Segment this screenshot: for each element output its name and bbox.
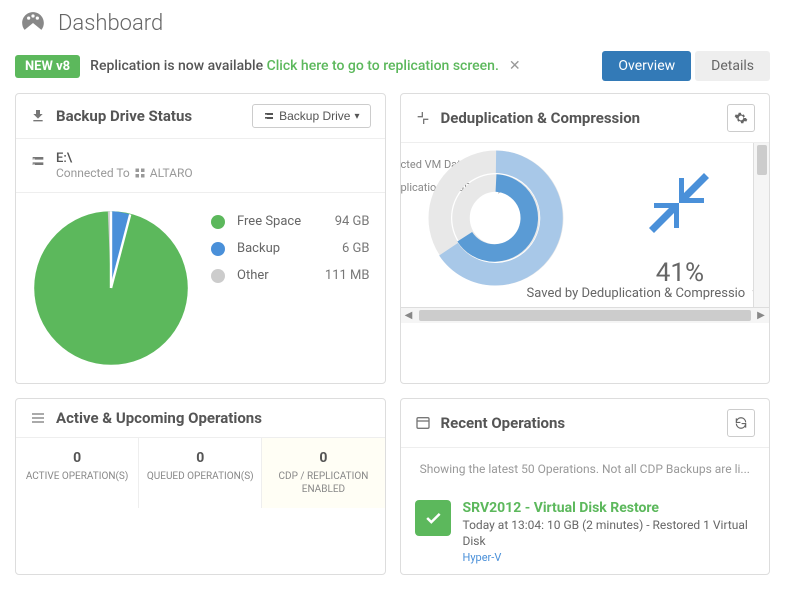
active-ops-panel: Active & Upcoming Operations 0 ACTIVE OP… (15, 398, 386, 575)
page-header: Dashboard (0, 0, 785, 51)
legend-backup: Backup 6 GB (211, 235, 370, 262)
scroll-left-icon[interactable]: ◀ (401, 308, 417, 323)
settings-button[interactable] (727, 104, 755, 132)
donut-chart (411, 143, 581, 293)
drive-icon (263, 110, 275, 122)
operation-platform: Hyper-V (463, 551, 756, 564)
backup-drive-dropdown[interactable]: Backup Drive ▾ (252, 104, 370, 128)
legend-other: Other 111 MB (211, 262, 370, 289)
vertical-scrollbar[interactable] (753, 143, 769, 307)
history-icon (415, 415, 431, 431)
announcement-bar: NEW v8 Replication is now available Clic… (0, 51, 785, 93)
gear-icon (734, 111, 748, 125)
panel-title: Recent Operations (441, 414, 728, 432)
panel-title: Backup Drive Status (56, 107, 252, 125)
dashboard-icon (20, 10, 46, 36)
legend-free-space: Free Space 94 GB (211, 208, 370, 235)
compress-icon (415, 110, 431, 126)
active-operations: 0 ACTIVE OPERATION(S) (16, 438, 139, 508)
refresh-icon (734, 416, 748, 430)
backup-drive-panel: Backup Drive Status Backup Drive ▾ E:\ C… (15, 93, 386, 384)
operation-detail: Today at 13:04: 10 GB (2 minutes) - Rest… (463, 518, 756, 549)
view-tabs: Overview Details (602, 51, 770, 81)
compress-arrows-icon (649, 173, 709, 233)
recent-ops-panel: Recent Operations Showing the latest 50 … (400, 398, 771, 575)
scroll-right-icon[interactable]: ▶ (753, 308, 769, 323)
recent-note: Showing the latest 50 Operations. Not al… (401, 448, 770, 490)
server-icon (134, 167, 146, 179)
panel-title: Deduplication & Compression (441, 109, 728, 127)
drive-path: E:\ (56, 151, 193, 166)
recent-operation-item[interactable]: SRV2012 - Virtual Disk Restore Today at … (401, 490, 770, 574)
tab-overview[interactable]: Overview (602, 51, 691, 81)
cdp-enabled: 0 CDP / REPLICATION ENABLED (262, 438, 384, 508)
queued-operations: 0 QUEUED OPERATION(S) (139, 438, 262, 508)
saved-percent: 41% (656, 258, 704, 288)
dedup-chart-area: cted VM Data: 10 GB plication: 6 GB (59%… (401, 143, 770, 323)
success-status-icon (415, 500, 451, 536)
saved-label: Saved by Deduplication & Compressio ▾ (527, 286, 759, 301)
drive-connection: Connected To ALTARO (56, 166, 193, 180)
download-icon (30, 108, 46, 124)
panel-header: Recent Operations (401, 399, 770, 448)
page-title: Dashboard (58, 11, 163, 36)
list-icon (30, 410, 46, 426)
legend-dot-icon (211, 215, 225, 229)
drive-info: E:\ Connected To ALTARO (16, 139, 385, 193)
panel-header: Backup Drive Status Backup Drive ▾ (16, 94, 385, 139)
pie-legend: Free Space 94 GB Backup 6 GB Other 111 M… (211, 208, 370, 368)
operation-title: SRV2012 - Virtual Disk Restore (463, 500, 756, 516)
caret-down-icon: ▾ (354, 111, 359, 122)
legend-dot-icon (211, 269, 225, 283)
operations-summary: 0 ACTIVE OPERATION(S) 0 QUEUED OPERATION… (16, 438, 385, 508)
refresh-button[interactable] (727, 409, 755, 437)
panel-title: Active & Upcoming Operations (56, 409, 371, 427)
legend-dot-icon (211, 242, 225, 256)
hdd-icon (30, 153, 46, 169)
panel-header: Active & Upcoming Operations (16, 399, 385, 438)
new-badge: NEW v8 (15, 55, 80, 78)
tab-details[interactable]: Details (695, 51, 770, 81)
pie-chart (31, 208, 191, 368)
replication-link[interactable]: Click here to go to replication screen. (267, 58, 499, 74)
announcement-text: Replication is now available Click here … (90, 58, 499, 74)
panel-header: Deduplication & Compression (401, 94, 770, 143)
horizontal-scrollbar[interactable]: ◀ ▶ (401, 307, 770, 323)
close-icon[interactable]: ✕ (509, 58, 521, 74)
dedup-panel: Deduplication & Compression cted VM Data… (400, 93, 771, 384)
